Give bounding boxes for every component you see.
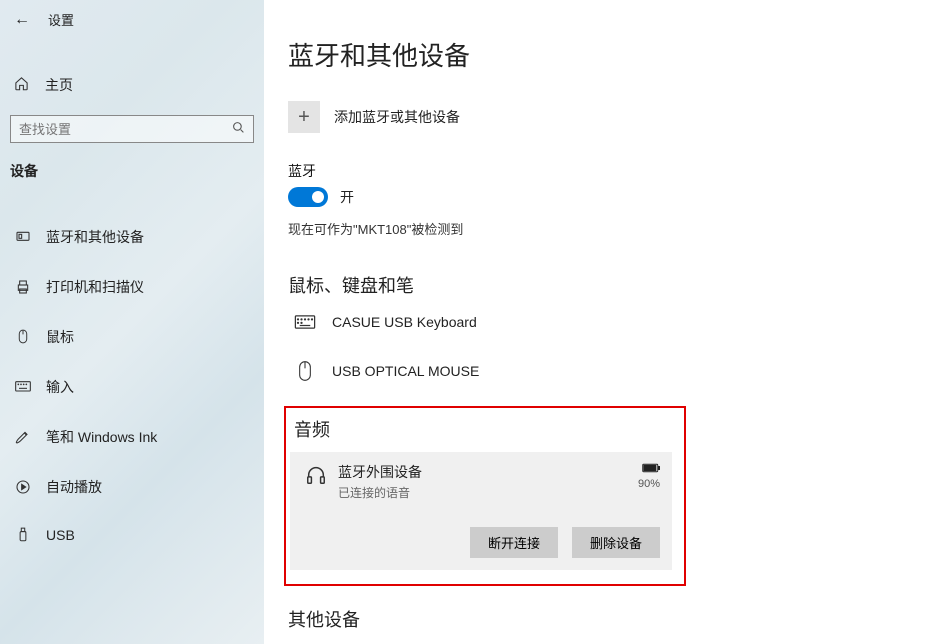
- keyboard-icon: [14, 381, 32, 393]
- search-input[interactable]: [19, 122, 232, 137]
- bluetooth-toggle[interactable]: [288, 187, 328, 207]
- sidebar-item-pen[interactable]: 笔和 Windows Ink: [0, 417, 264, 457]
- sidebar-label: 自动播放: [46, 477, 102, 497]
- sidebar-label: 输入: [46, 377, 74, 397]
- sidebar-item-printers[interactable]: 打印机和扫描仪: [0, 267, 264, 307]
- add-device-row[interactable]: + 添加蓝牙或其他设备: [288, 101, 936, 133]
- headphones-icon: [302, 462, 330, 486]
- usb-icon: [14, 527, 32, 543]
- section-mouse-keyboard: 鼠标、键盘和笔: [288, 272, 936, 298]
- sidebar-item-mouse[interactable]: 鼠标: [0, 317, 264, 357]
- keyboard-device-icon: [294, 315, 316, 329]
- sidebar-label: 蓝牙和其他设备: [46, 227, 144, 247]
- mouse-device-icon: [294, 360, 316, 382]
- section-label-devices: 设备: [0, 155, 264, 189]
- audio-device-status: 已连接的语音: [338, 484, 638, 501]
- home-link[interactable]: 主页: [0, 65, 264, 105]
- add-device-button[interactable]: +: [288, 101, 320, 133]
- sidebar-item-usb[interactable]: USB: [0, 517, 264, 553]
- add-device-label: 添加蓝牙或其他设备: [334, 107, 460, 127]
- sidebar-item-input[interactable]: 输入: [0, 367, 264, 407]
- remove-device-button[interactable]: 删除设备: [572, 527, 660, 558]
- device-row-other[interactable]: dongle: [288, 640, 936, 644]
- page-title: 蓝牙和其他设备: [288, 36, 936, 73]
- device-row-mouse[interactable]: USB OPTICAL MOUSE: [288, 354, 936, 388]
- sidebar: ← 设置 主页 设备 蓝牙和其他设备 打印机和扫描仪: [0, 0, 264, 644]
- sidebar-item-bluetooth[interactable]: 蓝牙和其他设备: [0, 217, 264, 257]
- pen-icon: [14, 429, 32, 445]
- autoplay-icon: [14, 479, 32, 495]
- highlight-annotation: 音频 蓝牙外围设备 已连接的语音 90% 断开连接 删除: [284, 406, 686, 586]
- back-button[interactable]: ←: [14, 11, 30, 29]
- bluetooth-label: 蓝牙: [288, 161, 936, 181]
- audio-device-name: 蓝牙外围设备: [338, 462, 638, 482]
- sidebar-label: 打印机和扫描仪: [46, 277, 144, 297]
- main-content: 蓝牙和其他设备 + 添加蓝牙或其他设备 蓝牙 开 现在可作为"MKT108"被检…: [264, 0, 936, 644]
- audio-device-card[interactable]: 蓝牙外围设备 已连接的语音 90% 断开连接 删除设备: [290, 452, 672, 570]
- sidebar-label: 鼠标: [46, 327, 74, 347]
- search-icon: [232, 121, 245, 137]
- disconnect-button[interactable]: 断开连接: [470, 527, 558, 558]
- battery-icon: [638, 462, 660, 476]
- home-label: 主页: [45, 75, 73, 95]
- section-other: 其他设备: [288, 606, 936, 632]
- sidebar-item-autoplay[interactable]: 自动播放: [0, 467, 264, 507]
- window-title: 设置: [48, 10, 74, 29]
- printer-icon: [14, 279, 32, 295]
- device-name: CASUE USB Keyboard: [332, 314, 477, 330]
- search-box[interactable]: [10, 115, 254, 143]
- section-audio: 音频: [294, 416, 672, 442]
- device-row-keyboard[interactable]: CASUE USB Keyboard: [288, 308, 936, 336]
- mouse-icon: [14, 329, 32, 345]
- toggle-state-label: 开: [340, 187, 354, 207]
- sidebar-label: USB: [46, 527, 75, 543]
- home-icon: [14, 76, 29, 94]
- discoverable-text: 现在可作为"MKT108"被检测到: [288, 219, 936, 238]
- device-name: USB OPTICAL MOUSE: [332, 363, 479, 379]
- plus-icon: +: [298, 106, 310, 129]
- bluetooth-devices-icon: [14, 229, 32, 245]
- sidebar-label: 笔和 Windows Ink: [46, 427, 157, 447]
- battery-percent: 90%: [638, 478, 660, 490]
